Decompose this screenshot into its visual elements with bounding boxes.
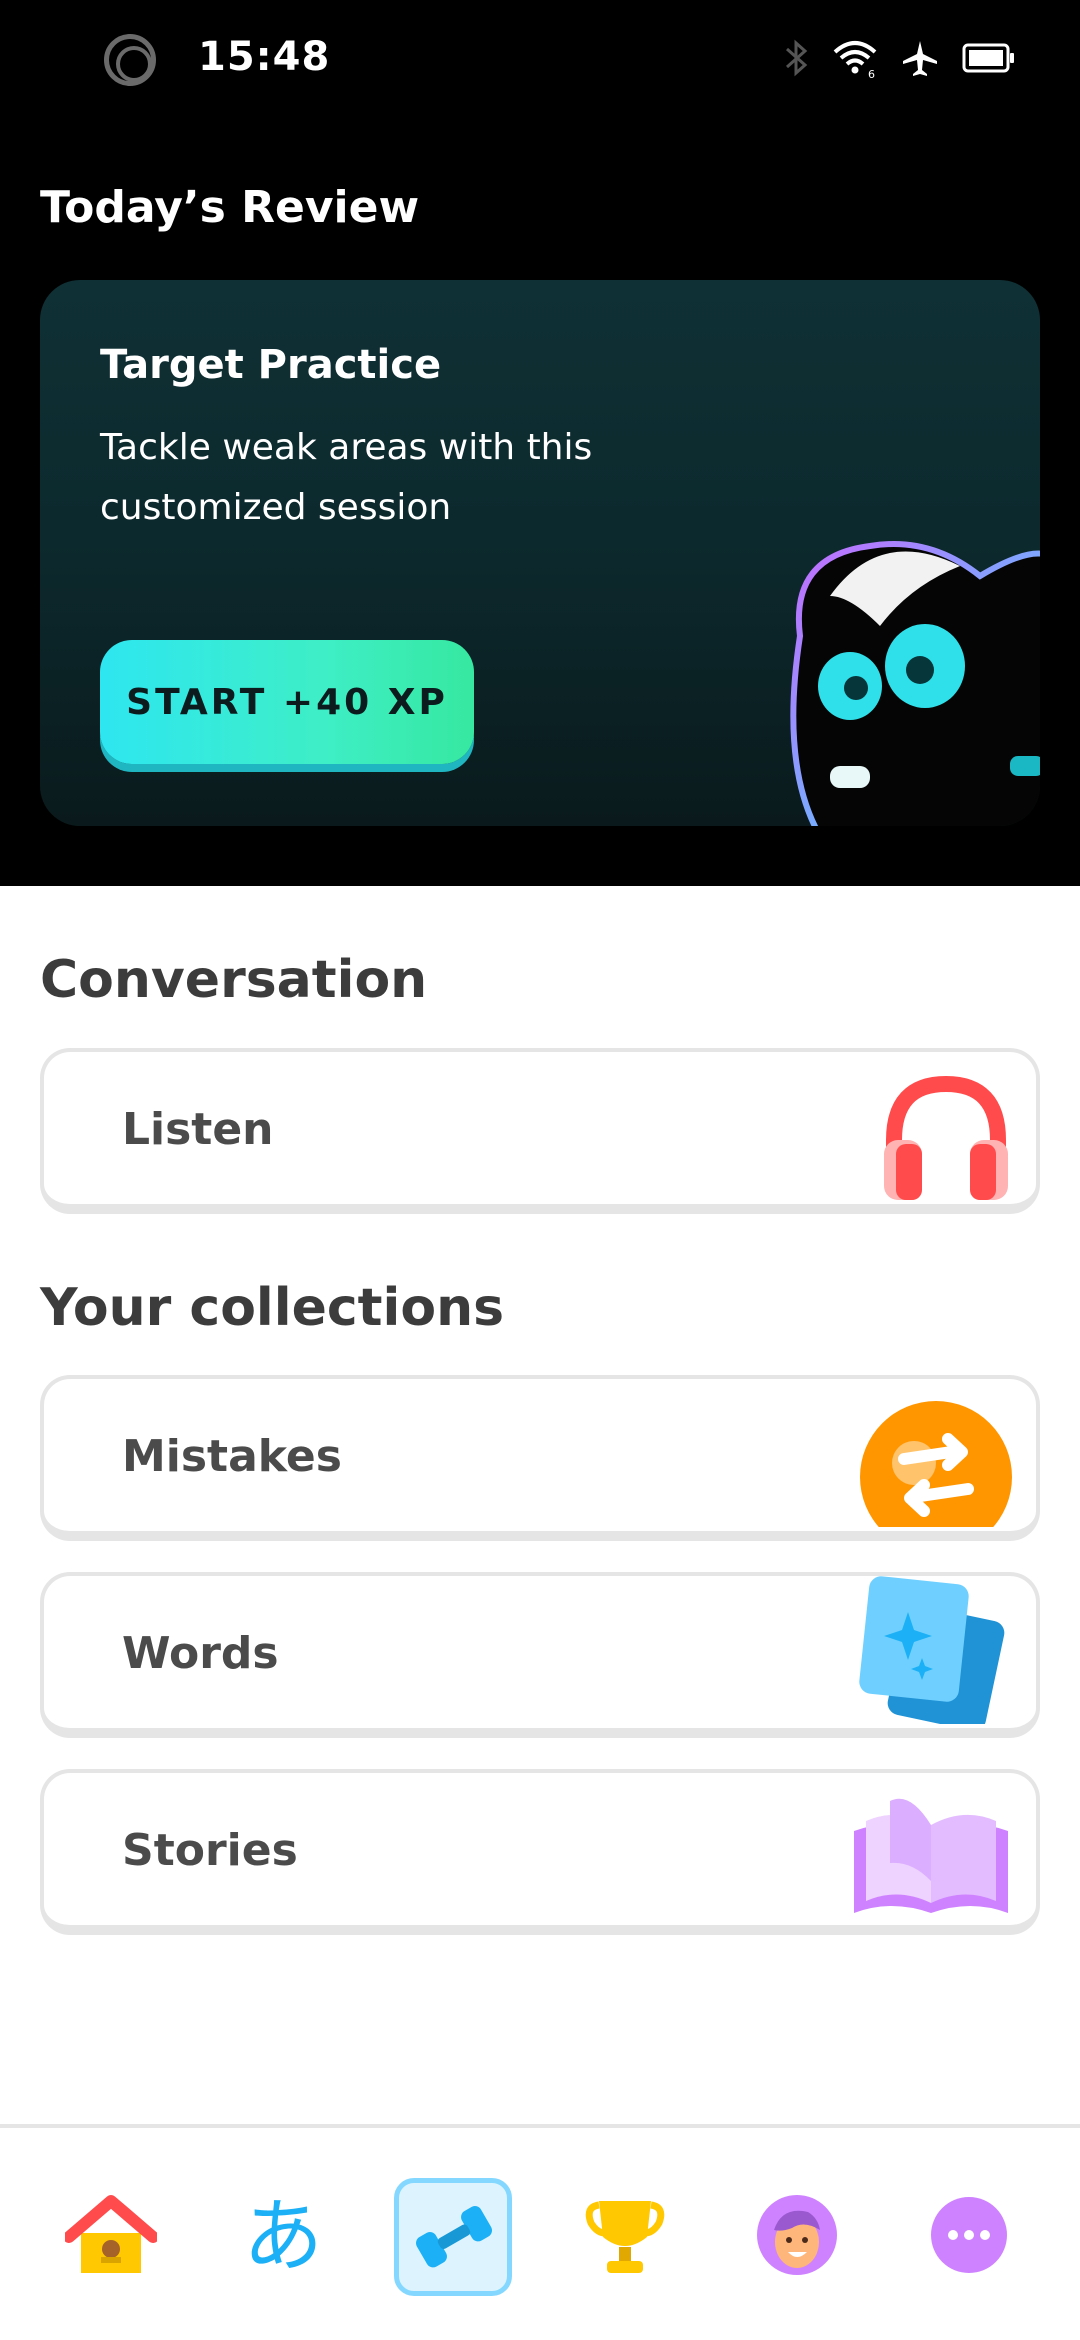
- words-tile[interactable]: Words: [40, 1572, 1040, 1738]
- status-time: 15:48: [198, 34, 331, 80]
- airplane-mode-icon: [900, 38, 940, 82]
- status-bar: 15:48 6: [0, 0, 1080, 120]
- nav-profile[interactable]: [738, 2178, 856, 2296]
- tile-label: Mistakes: [122, 1431, 342, 1482]
- battery-icon: [962, 41, 1016, 79]
- headphones-icon: [876, 1070, 1016, 1204]
- card-description: Tackle weak areas with this customized s…: [100, 427, 593, 528]
- nav-more[interactable]: [910, 2178, 1028, 2296]
- open-book-icon: [846, 1781, 1016, 1925]
- tile-label: Listen: [122, 1104, 274, 1155]
- listen-tile[interactable]: Listen: [40, 1048, 1040, 1214]
- section-title-todays-review: Today’s Review: [40, 182, 420, 233]
- bluetooth-icon: [784, 38, 810, 82]
- hiragana-a-icon: あ: [243, 2190, 323, 2283]
- section-title-collections: Your collections: [40, 1278, 505, 1338]
- house-icon: [63, 2193, 159, 2281]
- section-title-conversation: Conversation: [40, 950, 428, 1010]
- mistakes-tile[interactable]: Mistakes: [40, 1375, 1040, 1541]
- status-icons: 6: [784, 30, 1016, 90]
- nav-home[interactable]: [52, 2178, 170, 2296]
- repeat-arrows-icon: [856, 1397, 1016, 1531]
- more-dots-icon: [929, 2195, 1009, 2279]
- nav-characters[interactable]: あ: [224, 2178, 342, 2296]
- nav-practice[interactable]: [394, 2178, 512, 2296]
- start-practice-button[interactable]: START +40 XP: [100, 640, 474, 764]
- card-title: Target Practice: [100, 342, 442, 388]
- mascot-character-icon: [760, 516, 1040, 826]
- trophy-icon: [585, 2193, 665, 2281]
- avatar-icon: [752, 2190, 842, 2284]
- tile-label: Words: [122, 1628, 279, 1679]
- svg-text:6: 6: [868, 68, 875, 78]
- stories-tile[interactable]: Stories: [40, 1769, 1040, 1935]
- target-practice-card[interactable]: Target Practice Tackle weak areas with t…: [40, 280, 1040, 826]
- dumbbell-icon: [410, 2200, 496, 2274]
- camera-indicator-icon: [104, 34, 156, 86]
- wifi-icon: 6: [832, 38, 878, 82]
- todays-review-section: Today’s Review Target Practice Tackle we…: [0, 120, 1080, 886]
- nav-leaderboards[interactable]: [566, 2178, 684, 2296]
- bottom-navigation: あ: [0, 2124, 1080, 2340]
- tile-label: Stories: [122, 1825, 298, 1876]
- flashcards-icon: [856, 1576, 1016, 1728]
